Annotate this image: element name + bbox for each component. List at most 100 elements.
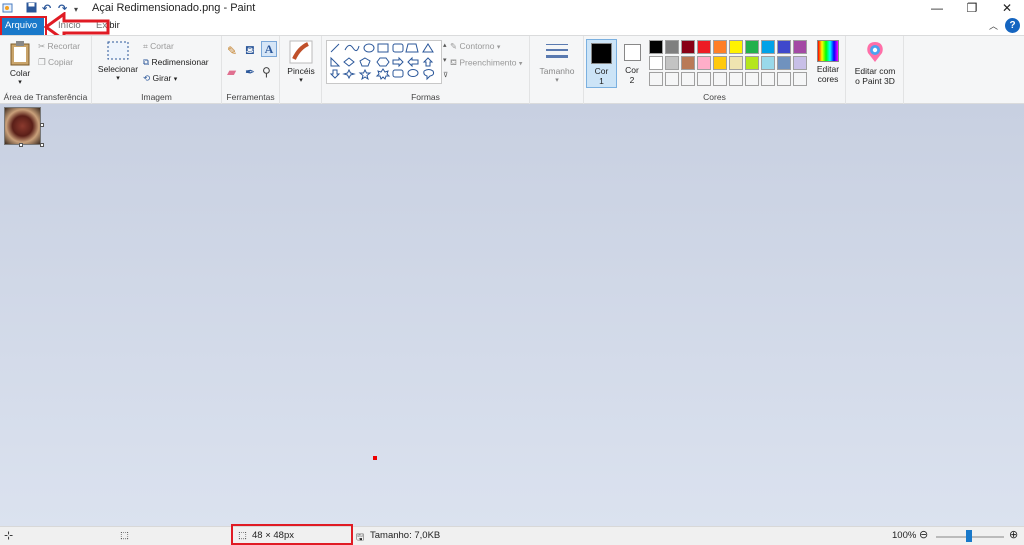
color-swatch[interactable] (777, 56, 791, 70)
edit-paint3d-button[interactable]: Editar com o Paint 3D (848, 40, 902, 86)
color-swatch[interactable] (793, 56, 807, 70)
brush-icon (289, 40, 313, 64)
file-size: Tamanho: 7,0KB (370, 530, 441, 541)
colors-group-label: Cores (703, 92, 726, 102)
edit-colors-button[interactable]: Editar cores (812, 40, 844, 84)
window-title: Açai Redimensionado.png - Paint (92, 2, 256, 14)
custom-color-slot[interactable] (729, 72, 743, 86)
color-swatch[interactable] (649, 40, 663, 54)
color-swatch[interactable] (729, 40, 743, 54)
copy-button[interactable]: ❐ Copiar (38, 57, 73, 68)
zoom-in-icon[interactable]: ⊕ (1009, 528, 1018, 541)
zoom-level: 100% (892, 530, 917, 541)
custom-color-slot[interactable] (761, 72, 775, 86)
help-icon[interactable]: ? (1005, 18, 1020, 33)
close-button[interactable]: ✕ (992, 0, 1022, 17)
custom-color-slot[interactable] (713, 72, 727, 86)
color-swatch[interactable] (745, 40, 759, 54)
color-swatch[interactable] (729, 56, 743, 70)
shapes-gallery (326, 40, 442, 84)
shapes-scroll-down-icon[interactable]: ▾ (443, 56, 447, 64)
cut-button[interactable]: ✂ Recortar (38, 41, 80, 52)
shapes-more-icon[interactable]: ⊽ (443, 71, 448, 79)
zoom-slider-thumb[interactable] (966, 530, 972, 542)
color-swatch[interactable] (777, 40, 791, 54)
brushes-dropdown-icon[interactable]: ▾ (283, 76, 319, 84)
color-swatch[interactable] (761, 56, 775, 70)
copy-label: Copiar (48, 57, 74, 67)
select-button[interactable]: Selecionar ▾ (96, 40, 140, 82)
color-swatch[interactable] (665, 40, 679, 54)
magnifier-icon[interactable]: ⚲ (262, 65, 271, 79)
crop-button[interactable]: ⌗ Cortar (143, 41, 174, 52)
resize-button[interactable]: ⧉ Redimensionar (143, 57, 209, 68)
shapes-group-label: Formas (411, 92, 440, 102)
resize-handle-corner[interactable] (40, 143, 44, 147)
select-dropdown-icon[interactable]: ▾ (96, 74, 140, 82)
color-swatch[interactable] (761, 40, 775, 54)
rotate-button[interactable]: ⟲ Girar ▾ (143, 73, 177, 84)
tools-group-label: Ferramentas (226, 92, 275, 102)
brushes-label: Pincéis (287, 66, 315, 76)
size-dropdown-icon[interactable]: ▾ (534, 76, 580, 84)
line-size-icon (546, 44, 568, 58)
canvas-image[interactable] (4, 107, 41, 145)
color-swatch[interactable] (713, 40, 727, 54)
custom-color-slot[interactable] (649, 72, 663, 86)
custom-color-slot[interactable] (777, 72, 791, 86)
paste-button[interactable]: Colar ▾ (4, 40, 36, 86)
color1-button[interactable]: Cor 1 (586, 39, 617, 88)
highlight-box-file-tab (0, 16, 47, 37)
color-swatch[interactable] (665, 56, 679, 70)
fill-bucket-icon[interactable]: ⛾ (245, 43, 255, 59)
custom-color-slot[interactable] (793, 72, 807, 86)
color2-number: 2 (629, 75, 635, 85)
resize-handle-bottom[interactable] (19, 143, 23, 147)
paste-dropdown-icon[interactable]: ▾ (4, 78, 36, 86)
resize-handle-right[interactable] (40, 123, 44, 127)
color1-swatch (591, 43, 612, 64)
pencil-icon[interactable]: ✎ (227, 44, 237, 58)
brushes-button[interactable]: Pincéis ▾ (283, 40, 319, 84)
image-group: Selecionar ▾ ⌗ Cortar ⧉ Redimensionar ⟲ … (92, 36, 222, 104)
custom-color-slot[interactable] (745, 72, 759, 86)
size-button[interactable]: Tamanho ▾ (534, 40, 580, 84)
custom-color-slot[interactable] (665, 72, 679, 86)
rotate-label: Girar (152, 73, 172, 83)
paste-label: Colar (9, 68, 31, 78)
size-group: Tamanho ▾ (530, 36, 584, 104)
color2-label: Cor (625, 65, 639, 75)
color-swatch[interactable] (697, 40, 711, 54)
color-swatch[interactable] (649, 56, 663, 70)
resize-label: Redimensionar (151, 57, 209, 67)
outline-button[interactable]: ✎ Contorno ▾ (450, 41, 500, 52)
color2-button[interactable]: Cor 2 (619, 39, 645, 85)
custom-color-slot[interactable] (681, 72, 695, 86)
color-swatch[interactable] (793, 40, 807, 54)
color-swatch[interactable] (681, 56, 695, 70)
minimize-button[interactable]: — (922, 0, 952, 17)
rainbow-icon (817, 40, 839, 62)
eraser-icon[interactable]: ▰ (227, 65, 236, 79)
text-tool-icon[interactable]: A (261, 41, 277, 57)
custom-color-slot[interactable] (697, 72, 711, 86)
canvas-workspace[interactable] (0, 104, 1024, 526)
fill-button[interactable]: ⛾ Preenchimento ▾ (450, 57, 522, 69)
color2-swatch (623, 44, 641, 61)
scissors-icon: ✂ (38, 41, 46, 52)
shapes-gallery-icons[interactable] (327, 41, 441, 83)
restore-button[interactable]: ❐ (957, 0, 987, 17)
collapse-ribbon-icon[interactable]: ︿ (989, 19, 998, 32)
color-swatch[interactable] (713, 56, 727, 70)
paint3d-label-2: o Paint 3D (855, 76, 895, 86)
color-picker-icon[interactable]: ✒ (245, 65, 255, 79)
copy-icon: ❐ (38, 57, 46, 68)
zoom-out-icon[interactable]: ⊖ (919, 528, 928, 541)
color-swatch[interactable] (681, 40, 695, 54)
save-icon[interactable] (26, 2, 37, 16)
rotate-dropdown-icon[interactable]: ▾ (174, 76, 178, 83)
color-swatch[interactable] (745, 56, 759, 70)
shapes-scroll-up-icon[interactable]: ▴ (443, 41, 447, 49)
color-swatch[interactable] (697, 56, 711, 70)
clipboard-group: Colar ▾ ✂ Recortar ❐ Copiar Área de Tran… (0, 36, 92, 104)
